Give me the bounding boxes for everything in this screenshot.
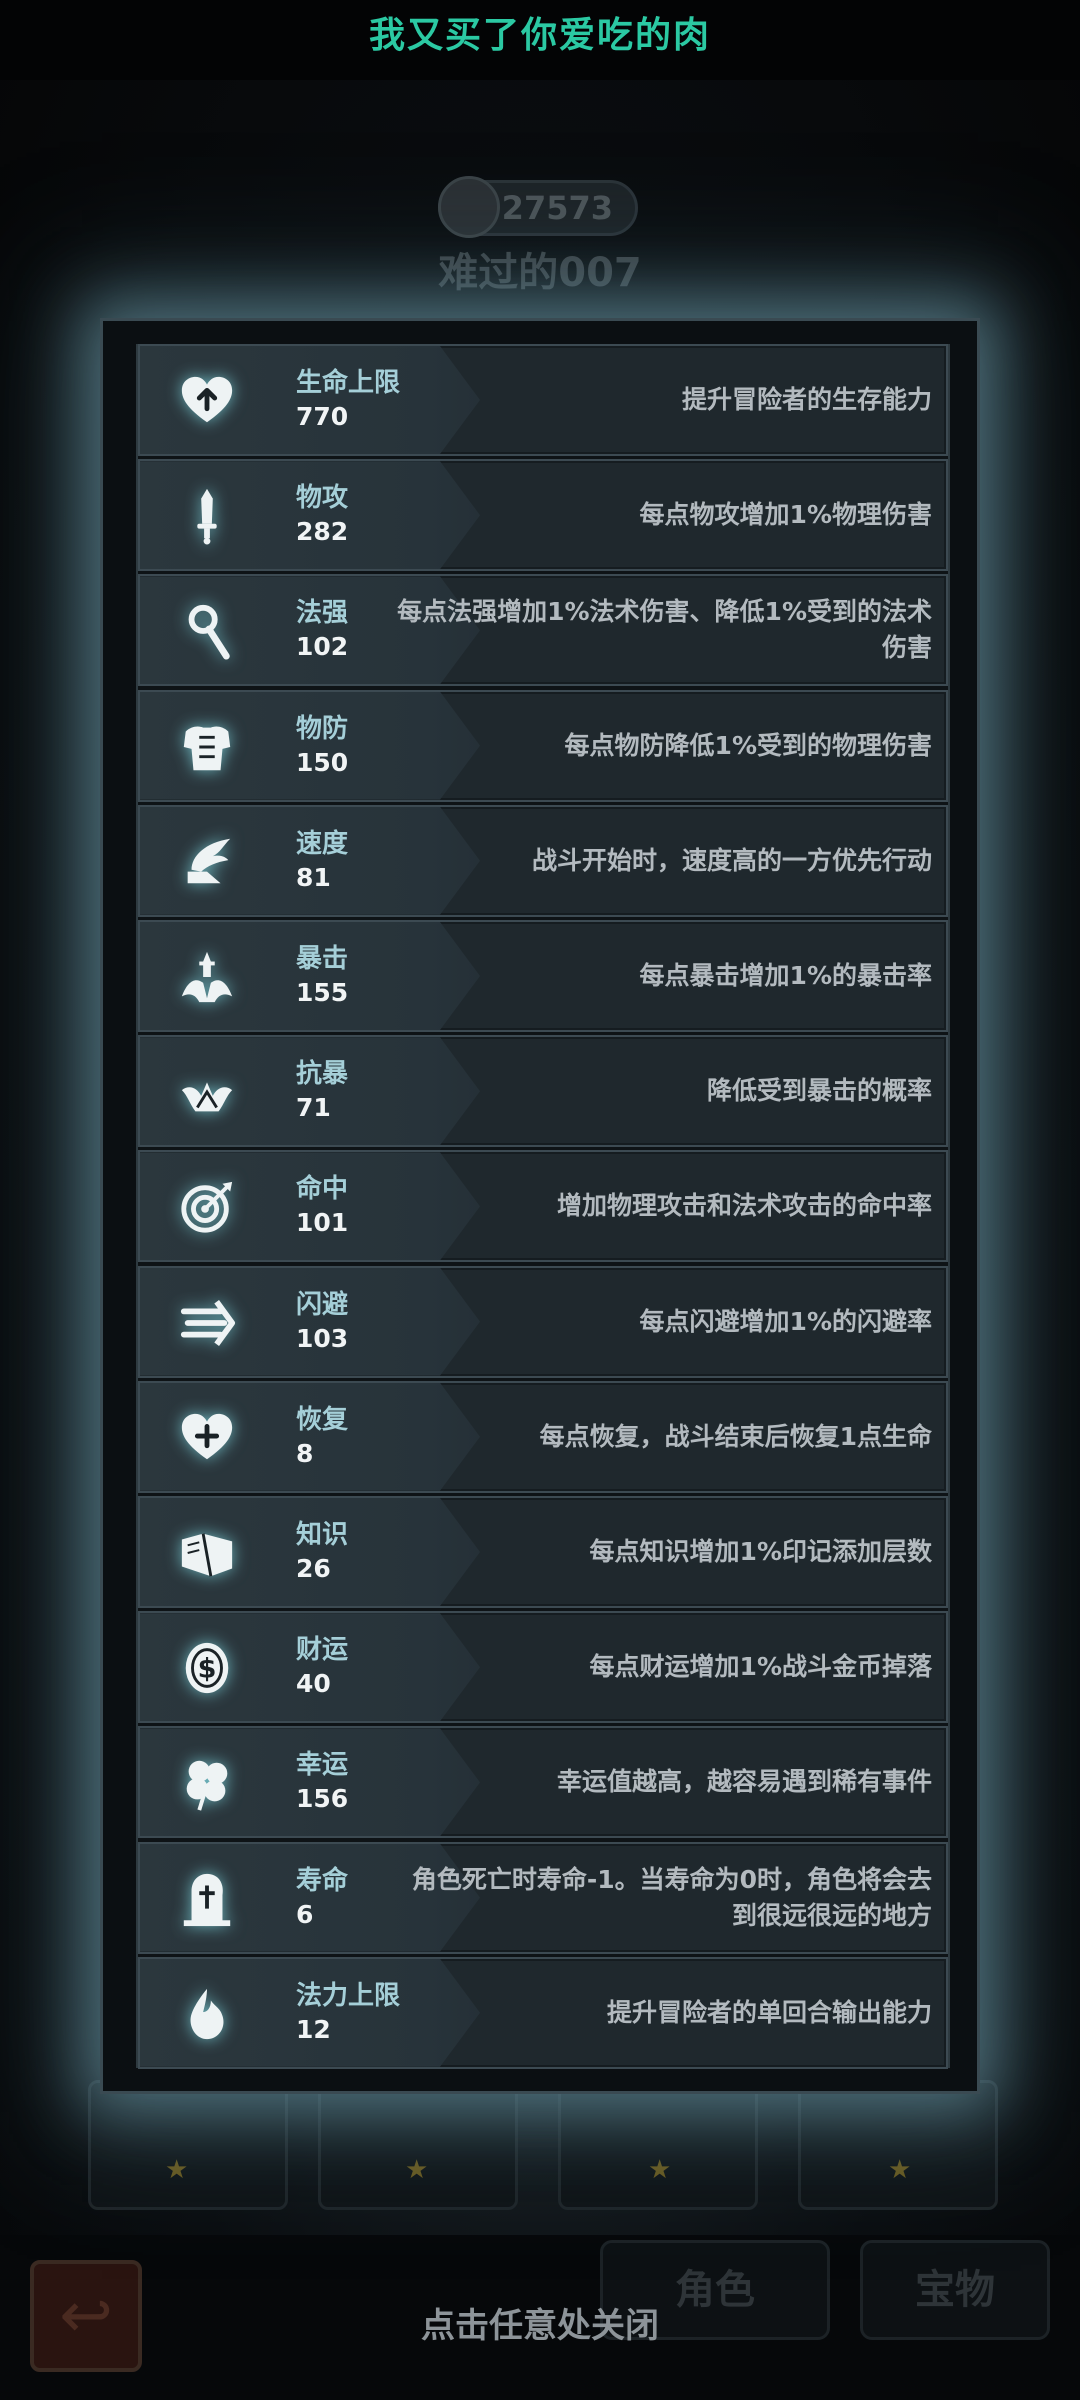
winged-boot-icon xyxy=(178,833,236,891)
stat-description: 角色死亡时寿命-1。当寿命为0时，角色将会去到很远很远的地方 xyxy=(411,1864,932,1930)
stat-row: 闪避 103 每点闪避增加1%的闪避率 xyxy=(138,1265,948,1378)
stat-row: 抗暴 71 降低受到暴击的概率 xyxy=(138,1035,948,1148)
stat-name: 知识 xyxy=(296,1520,349,1550)
stat-name: 法力上限 xyxy=(296,1980,401,2011)
stat-name: 寿命 xyxy=(296,1865,349,1896)
mana-drop-icon xyxy=(178,1985,236,2043)
stat-description: 幸运值越高，越容易遇到稀有事件 xyxy=(556,1767,932,1797)
stat-row: 知识 26 每点知识增加1%印记添加层数 xyxy=(138,1496,948,1608)
stat-description: 每点知识增加1%印记添加层数 xyxy=(589,1537,932,1566)
stat-value: 101 xyxy=(296,1208,349,1238)
stat-description: 每点暴击增加1%的暴击率 xyxy=(639,961,932,990)
stat-value: 71 xyxy=(296,1093,331,1123)
stat-row: 暴击 155 每点暴击增加1%的暴击率 xyxy=(138,920,948,1032)
stat-row: 物防 150 每点物防降低1%受到的物理伤害 xyxy=(138,689,948,802)
stat-value: 12 xyxy=(296,2014,331,2044)
stat-value: 8 xyxy=(296,1438,314,1468)
stat-name: 物攻 xyxy=(296,483,349,514)
stat-value: 282 xyxy=(296,517,349,547)
stat-value: 156 xyxy=(296,1784,349,1814)
stat-description: 降低受到暴击的概率 xyxy=(706,1076,932,1106)
book-icon xyxy=(178,1524,236,1582)
stat-description: 每点法强增加1%法术伤害、降低1%受到的法术伤害 xyxy=(397,597,932,663)
coin-icon: $ xyxy=(178,1639,236,1697)
clover-icon xyxy=(178,1754,236,1812)
star-icon: ★ xyxy=(405,2155,429,2185)
stat-name: 命中 xyxy=(296,1174,349,1205)
stat-value: 26 xyxy=(296,1554,331,1583)
target-icon xyxy=(178,1178,236,1236)
stat-row: 物攻 282 每点物攻增加1%物理伤害 xyxy=(138,459,948,572)
stat-description: 战斗开始时，速度高的一方优先行动 xyxy=(531,845,932,875)
crit-burst-icon xyxy=(178,948,236,1006)
power-icon xyxy=(438,176,500,238)
stat-description: 提升冒险者的单回合输出能力 xyxy=(606,1997,932,2027)
stat-row: 法强 102 每点法强增加1%法术伤害、降低1%受到的法术伤害 xyxy=(138,574,948,687)
stat-value: 81 xyxy=(296,862,331,892)
page-title: 我又买了你爱吃的肉 xyxy=(368,15,711,56)
stat-row: 寿命 6 角色死亡时寿命-1。当寿命为0时，角色将会去到很远很远的地方 xyxy=(138,1841,948,1954)
stat-value: 155 xyxy=(296,978,349,1007)
staff-icon xyxy=(178,602,236,660)
heart-up-icon xyxy=(178,372,236,430)
stat-name: 暴击 xyxy=(296,944,349,974)
svg-text:$: $ xyxy=(198,1654,217,1685)
stat-name: 法强 xyxy=(296,598,349,629)
stat-value: 103 xyxy=(296,1323,349,1353)
stat-name: 财运 xyxy=(296,1635,349,1666)
stat-name: 恢复 xyxy=(296,1404,349,1435)
star-icon: ★ xyxy=(165,2155,189,2185)
stat-name: 生命上限 xyxy=(296,368,401,398)
dodge-arrows-icon xyxy=(178,1294,236,1352)
stat-row: $ 财运 40 每点财运增加1%战斗金币掉落 xyxy=(138,1611,948,1724)
stat-name: 幸运 xyxy=(296,1750,349,1781)
heart-plus-icon xyxy=(178,1409,236,1467)
sword-icon xyxy=(178,487,236,545)
equipment-card xyxy=(558,2080,758,2210)
stat-row: 法力上限 12 提升冒险者的单回合输出能力 xyxy=(138,1956,948,2069)
stat-description: 提升冒险者的生存能力 xyxy=(681,385,932,414)
star-icon: ★ xyxy=(888,2155,912,2185)
character-name: 难过的007 xyxy=(438,250,642,296)
stat-description: 每点物攻增加1%物理伤害 xyxy=(639,500,932,530)
stat-description: 每点恢复，战斗结束后恢复1点生命 xyxy=(539,1421,932,1451)
stat-value: 102 xyxy=(296,632,349,662)
stat-description: 每点闪避增加1%的闪避率 xyxy=(639,1306,932,1336)
stat-row: 恢复 8 每点恢复，战斗结束后恢复1点生命 xyxy=(138,1380,948,1493)
stat-value: 770 xyxy=(296,402,349,431)
stat-value: 40 xyxy=(296,1669,331,1699)
stat-value: 150 xyxy=(296,747,349,777)
stat-description: 每点物防降低1%受到的物理伤害 xyxy=(564,730,932,760)
crit-resist-icon xyxy=(178,1063,236,1121)
stat-name: 物防 xyxy=(296,713,349,744)
stat-description: 每点财运增加1%战斗金币掉落 xyxy=(589,1652,932,1682)
armor-icon xyxy=(178,718,236,776)
equipment-card xyxy=(88,2080,288,2210)
equipment-card xyxy=(798,2080,998,2210)
star-icon: ★ xyxy=(648,2155,672,2185)
stat-name: 抗暴 xyxy=(296,1059,349,1090)
stat-name: 速度 xyxy=(296,828,349,859)
tombstone-icon xyxy=(178,1870,236,1928)
close-hint[interactable]: 点击任意处关闭 xyxy=(0,2298,1080,2352)
stat-value: 6 xyxy=(296,1899,314,1929)
stat-row: 幸运 156 幸运值越高，越容易遇到稀有事件 xyxy=(138,1726,948,1839)
stat-row: 生命上限 770 提升冒险者的生存能力 xyxy=(138,344,948,456)
stat-row: 速度 81 战斗开始时，速度高的一方优先行动 xyxy=(138,804,948,917)
equipment-card xyxy=(318,2080,518,2210)
stat-row: 命中 101 增加物理攻击和法术攻击的命中率 xyxy=(138,1150,948,1263)
stat-name: 闪避 xyxy=(296,1289,349,1320)
stat-description: 增加物理攻击和法术攻击的命中率 xyxy=(556,1191,932,1221)
